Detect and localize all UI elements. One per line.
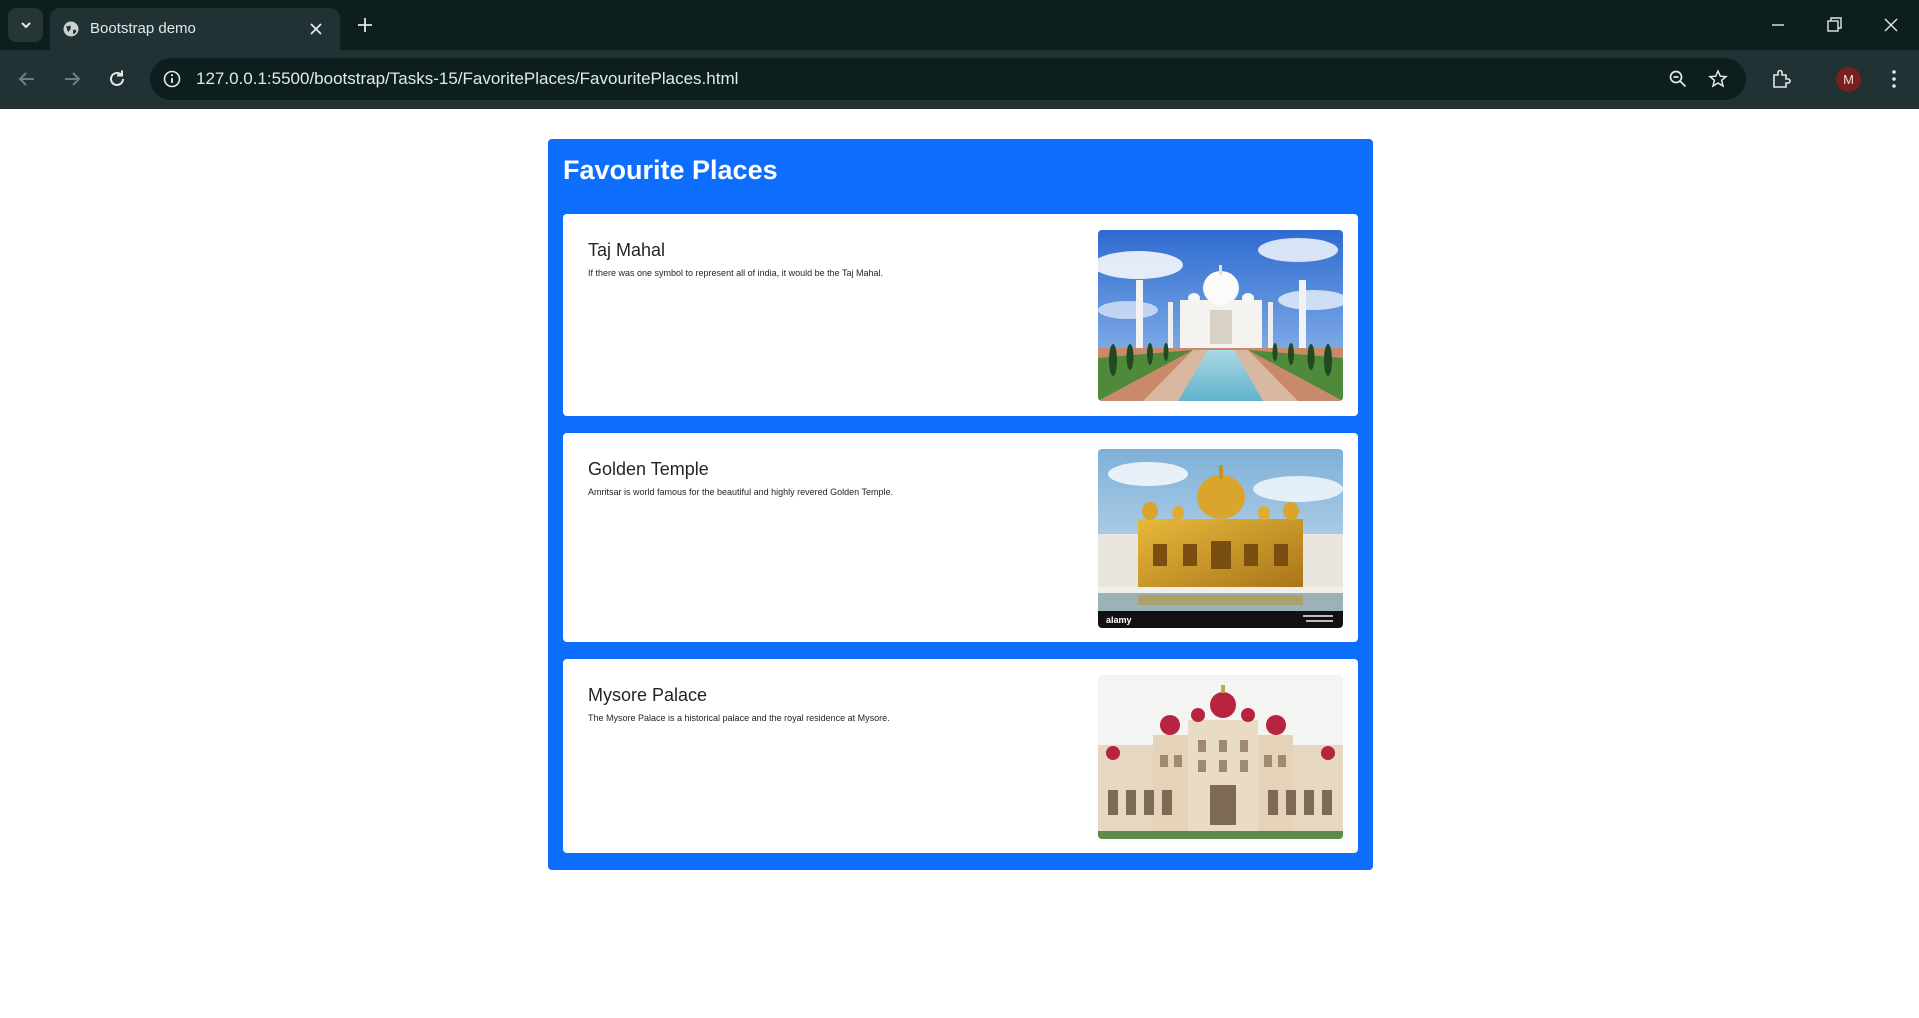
info-icon[interactable] xyxy=(162,69,182,89)
globe-icon xyxy=(63,21,79,37)
back-icon[interactable] xyxy=(16,68,38,90)
forward-icon[interactable] xyxy=(61,68,83,90)
url-text[interactable]: 127.0.0.1:5500/bootstrap/Tasks-15/Favori… xyxy=(196,69,738,89)
tab-search-button[interactable] xyxy=(8,8,43,42)
close-icon[interactable] xyxy=(308,21,324,37)
address-bar[interactable]: 127.0.0.1:5500/bootstrap/Tasks-15/Favori… xyxy=(150,58,1746,100)
extensions-icon[interactable] xyxy=(1769,67,1793,91)
profile-avatar[interactable]: M xyxy=(1836,67,1861,92)
star-icon[interactable] xyxy=(1708,69,1728,89)
zoom-icon[interactable] xyxy=(1668,69,1688,89)
mysore-palace-image xyxy=(1098,675,1343,839)
restore-icon[interactable] xyxy=(1824,15,1844,35)
minimize-icon[interactable] xyxy=(1768,15,1788,35)
chevron-down-icon xyxy=(20,22,31,29)
favourite-places-container: Favourite Places Taj Mahal If there was … xyxy=(548,139,1373,870)
browser-toolbar: 127.0.0.1:5500/bootstrap/Tasks-15/Favori… xyxy=(0,50,1919,109)
reload-icon[interactable] xyxy=(106,68,128,90)
page-title: Favourite Places xyxy=(563,155,778,185)
place-card: Golden Temple Amritsar is world famous f… xyxy=(563,433,1358,642)
card-title: Golden Temple xyxy=(588,459,709,479)
card-text: The Mysore Palace is a historical palace… xyxy=(588,713,890,723)
alamy-watermark: alamy xyxy=(1106,615,1132,625)
tab-title: Bootstrap demo xyxy=(90,20,196,37)
window-close-icon[interactable] xyxy=(1881,15,1901,35)
place-card: Taj Mahal If there was one symbol to rep… xyxy=(563,214,1358,416)
card-text: If there was one symbol to represent all… xyxy=(588,268,883,278)
browser-tab-strip: Bootstrap demo xyxy=(0,0,1919,50)
card-title: Mysore Palace xyxy=(588,685,708,705)
golden-temple-image: alamy xyxy=(1098,449,1343,628)
place-card: Mysore Palace The Mysore Palace is a his… xyxy=(563,659,1358,853)
more-menu-icon[interactable] xyxy=(1882,67,1906,91)
taj-mahal-image xyxy=(1098,230,1343,401)
card-text: Amritsar is world famous for the beautif… xyxy=(588,487,893,497)
card-title: Taj Mahal xyxy=(588,240,666,260)
new-tab-icon[interactable] xyxy=(355,15,375,35)
browser-tab[interactable]: Bootstrap demo xyxy=(50,8,340,50)
